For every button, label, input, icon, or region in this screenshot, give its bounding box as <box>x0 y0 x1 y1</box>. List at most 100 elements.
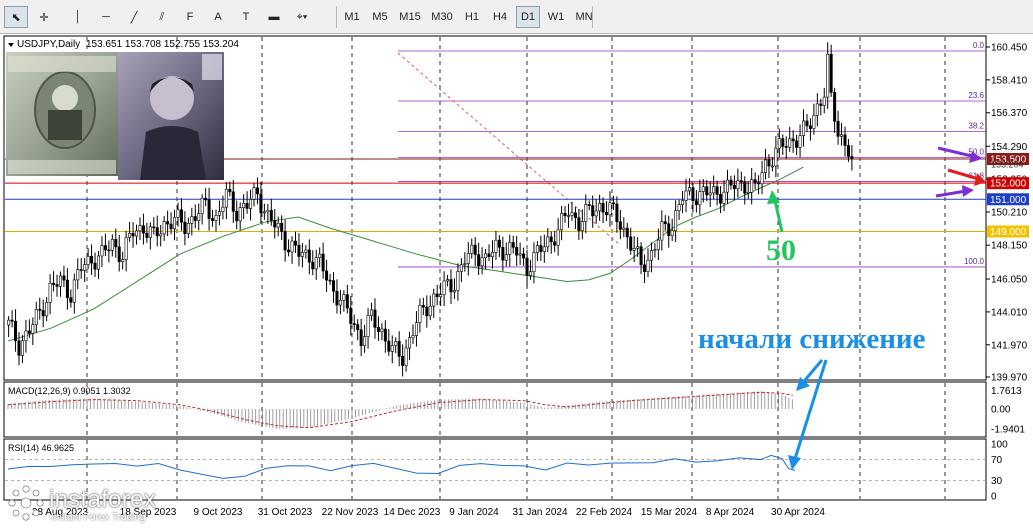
candle-bull <box>681 200 685 205</box>
tool-fibo-fan-icon[interactable]: ⫽ <box>150 6 174 28</box>
candle-bear <box>757 182 761 185</box>
candle-bear <box>359 329 363 347</box>
candle-bear <box>836 120 840 137</box>
timeframe-w1-button[interactable]: W1 <box>544 6 568 28</box>
candle-bear <box>515 247 519 256</box>
candle-bear <box>511 242 515 248</box>
candle-bull <box>822 96 826 106</box>
candle-bear <box>145 232 149 238</box>
tool-cursor-icon[interactable]: ⬉ <box>4 6 28 28</box>
candle-bull <box>677 204 681 211</box>
tool-fibo-retracement-icon[interactable]: F <box>178 6 202 28</box>
candle-bear <box>211 218 215 221</box>
price-tick-label: 144.010 <box>991 307 1028 318</box>
candle-bull <box>660 221 664 241</box>
macd-tick-label: 1.7613 <box>991 386 1022 397</box>
time-tick-label: 22 Nov 2023 <box>322 507 379 518</box>
price-tick-label: 154.290 <box>991 142 1028 153</box>
candle-bull <box>121 259 125 262</box>
tool-crosshair-icon[interactable]: ✛ <box>32 6 56 28</box>
price-tick-label: 148.150 <box>991 241 1028 252</box>
candle-bear <box>166 221 170 225</box>
candle-bear <box>577 217 581 232</box>
toolbar-separator <box>336 6 337 28</box>
rsi-tick-label: 30 <box>991 476 1003 487</box>
timeframe-m15-button[interactable]: M15 <box>396 6 424 28</box>
candle-bull <box>594 210 598 217</box>
tool-vertical-line-icon[interactable]: │ <box>66 6 90 28</box>
tool-trendline-icon[interactable]: ╱ <box>122 6 146 28</box>
time-tick-label: 31 Oct 2023 <box>258 507 313 518</box>
candle-bull <box>656 239 660 250</box>
candle-bear <box>79 269 83 271</box>
price-level-tag-label: 149.000 <box>990 227 1027 238</box>
candle-bull <box>249 199 253 209</box>
candle-bear <box>283 231 287 251</box>
candle-bear <box>204 197 208 201</box>
currency-banknotes-image <box>6 52 224 180</box>
candle-bear <box>90 255 94 264</box>
candle-bull <box>404 347 408 366</box>
toolbar: ⬉ ✛ │ ─ ╱ ⫽ F A T ▬ ⌖▾ M1 M5 M15 M30 H1 H4 D1 W1 MN <box>0 0 1033 34</box>
time-tick-label: 14 Dec 2023 <box>384 507 441 518</box>
candle-bull <box>802 120 806 136</box>
candle-bear <box>719 194 723 204</box>
candle-bull <box>176 209 180 218</box>
candle-bull <box>186 223 190 234</box>
candle-bear <box>795 140 799 148</box>
candle-bull <box>394 341 398 346</box>
candle-bull <box>542 246 546 252</box>
candle-bull <box>684 190 688 201</box>
candle-bull <box>221 206 225 212</box>
candle-bear <box>297 244 301 257</box>
timeframe-m30-button[interactable]: M30 <box>428 6 456 28</box>
candle-bear <box>307 249 311 263</box>
tool-text-label-icon[interactable]: T <box>234 6 258 28</box>
candle-bull <box>470 244 474 254</box>
candle-bear <box>629 236 633 251</box>
candle-bull <box>528 271 532 276</box>
tool-rectangle-icon[interactable]: ▬ <box>262 6 286 28</box>
time-tick-label: 9 Oct 2023 <box>194 507 243 518</box>
timeframe-m1-button[interactable]: M1 <box>340 6 364 28</box>
candle-bull <box>162 221 166 235</box>
candle-bear <box>349 307 353 324</box>
timeframe-d1-button[interactable]: D1 <box>516 6 540 28</box>
timeframe-h4-button[interactable]: H4 <box>488 6 512 28</box>
rsi-tick-label: 100 <box>991 440 1008 451</box>
timeframe-h1-button[interactable]: H1 <box>460 6 484 28</box>
candle-bear <box>639 246 643 266</box>
tool-shapes-dropdown-icon[interactable]: ⌖▾ <box>290 6 314 28</box>
candle-bull <box>380 328 384 332</box>
candle-bear <box>401 356 405 366</box>
tool-horizontal-line-icon[interactable]: ─ <box>94 6 118 28</box>
candle-bear <box>563 212 567 217</box>
candle-bear <box>663 221 667 225</box>
candle-bull <box>197 213 201 221</box>
candle-bull <box>439 294 443 298</box>
price-tick-label: 158.410 <box>991 75 1028 86</box>
candle-bear <box>729 179 733 186</box>
candle-bear <box>497 239 501 248</box>
candle-bear <box>273 220 277 228</box>
tool-text-icon[interactable]: A <box>206 6 230 28</box>
candle-bull <box>135 230 139 237</box>
price-chart[interactable]: 0.023.638.250.061.8100.0 160.450158.4101… <box>0 34 1033 528</box>
candle-bear <box>601 203 605 213</box>
timeframe-m5-button[interactable]: M5 <box>368 6 392 28</box>
candle-bear <box>784 146 788 148</box>
candle-bull <box>508 242 512 255</box>
candle-bear <box>356 324 360 331</box>
candle-bull <box>598 203 602 212</box>
candle-bear <box>743 181 747 194</box>
candle-bull <box>20 340 24 356</box>
time-tick-label: 31 Jan 2024 <box>512 507 567 518</box>
candle-bull <box>788 138 792 148</box>
candle-bear <box>781 138 785 147</box>
candle-bear <box>228 188 232 193</box>
candle-bull <box>428 305 432 317</box>
candle-bull <box>456 271 460 291</box>
candle-bear <box>207 199 211 219</box>
candle-bear <box>615 203 619 223</box>
price-tick-label: 141.970 <box>991 340 1028 351</box>
